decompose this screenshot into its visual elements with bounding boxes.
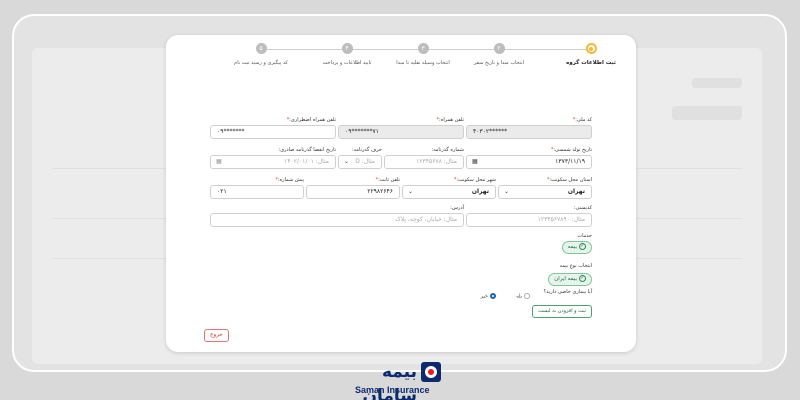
logo-mark-icon (421, 362, 441, 382)
chevron-down-icon: ⌄ (408, 188, 414, 195)
province-label: استان محل سکونت:* (546, 177, 592, 183)
saman-insurance-logo: بیمه سامان Saman Insurance (355, 360, 450, 400)
chevron-down-icon: ⌄ (504, 188, 510, 195)
area-code-input[interactable]: ۰۲۱ (210, 185, 304, 199)
calendar-icon[interactable]: ▦ (472, 156, 478, 168)
passport-letter-value: مثال: D (355, 158, 375, 165)
national-code-label: کد ملی:* (572, 117, 592, 123)
passport-letter-select[interactable]: مثال: D ⌄ (338, 155, 382, 169)
service-chip-insurance[interactable]: ✓بیمه (561, 241, 592, 254)
address-input[interactable]: مثال: خیابان، کوچه، پلاک (210, 213, 464, 227)
city-label: شهر محل سکونت:* (453, 177, 496, 183)
group-registration-dialog: ثبت اطلاعات گروه ۲ انتخاب مبدا و تاریخ س… (166, 35, 636, 352)
step-circle: ۴ (341, 43, 353, 54)
radio-label: بله (516, 293, 522, 300)
landline-label: تلفن ثابت:* (375, 177, 400, 183)
step-circle-active (585, 43, 597, 54)
mobile-label: تلفن همراه:* (436, 117, 464, 123)
area-code-label: پیش شماره:* (275, 177, 304, 183)
radio-button-selected[interactable] (490, 293, 496, 299)
passport-expiry-label: تاریخ انقضا گذرنامه صادری: (278, 147, 336, 153)
address-label: آدرس: (450, 205, 464, 211)
passport-letter-label: حرف گذرنامه: (352, 147, 382, 153)
national-code-input[interactable]: ۴۰۳۰۲****** (466, 125, 592, 139)
insurance-type-chip[interactable]: ✓بیمه ایران (548, 273, 592, 286)
disease-question-label: آیا بیماری خاصی دارید؟ (543, 289, 592, 295)
step-circle: ۵ (255, 43, 267, 54)
birth-date-input[interactable]: ۱۳۷۳/۱۱/۱۹ ▦ (466, 155, 592, 169)
birth-date-label: تاریخ تولد شمسی:* (550, 147, 592, 153)
postal-code-label: کدپستی: (573, 205, 592, 211)
radio-button[interactable] (524, 293, 530, 299)
radio-label: خیر (480, 293, 488, 300)
logo-english-text: Saman Insurance (355, 385, 430, 395)
birth-date-value: ۱۳۷۳/۱۱/۱۹ (555, 158, 585, 165)
insurance-type-chip-label: بیمه ایران (554, 276, 577, 282)
passport-expiry-value: مثال: ۱۴۰۲/۰۱/۰۱ (284, 158, 329, 165)
landline-input[interactable]: ۲۲۹۸۲۶۴۶ (306, 185, 400, 199)
mobile-input[interactable]: ۰۹*******۷۱ (338, 125, 464, 139)
logo-persian-text: بیمه سامان (362, 362, 417, 400)
step-tracking-receipt[interactable]: ۵ کد پیگیری و رسید ثبت نام (216, 43, 306, 66)
city-value: تهران (471, 188, 489, 195)
postal-code-input[interactable]: مثال: ۱۲۳۴۵۶۷۸۹۰ (466, 213, 592, 227)
disease-no-option[interactable]: خیر (481, 293, 496, 300)
province-value: تهران (567, 188, 585, 195)
province-select[interactable]: تهران ⌄ (498, 185, 592, 199)
progress-stepper: ثبت اطلاعات گروه ۲ انتخاب مبدا و تاریخ س… (190, 43, 616, 73)
step-confirm-pay[interactable]: ۴ تایید اطلاعات و پرداخت (302, 43, 392, 66)
passport-number-input[interactable]: مثال: ۱۲۳۴۵۶۷۸ (384, 155, 464, 169)
check-icon: ✓ (579, 275, 586, 282)
chevron-down-icon: ⌄ (344, 158, 350, 165)
insurance-type-label: انتخاب نوع بیمه (559, 263, 592, 269)
emergency-mobile-input[interactable]: ۰۹******* (210, 125, 336, 139)
emergency-mobile-label: تلفن همراه اضطراری:* (286, 117, 336, 123)
step-label: کد پیگیری و رسید ثبت نام (234, 60, 288, 66)
step-circle: ۲ (493, 43, 505, 54)
background-bar (672, 106, 742, 120)
city-select[interactable]: تهران ⌄ (402, 185, 496, 199)
background-bar (692, 78, 742, 88)
add-to-list-button[interactable]: ثبت و افزودن به لیست (532, 305, 592, 318)
step-circle: ۳ (417, 43, 429, 54)
exit-button[interactable]: خروج (204, 329, 229, 342)
disease-yes-option[interactable]: بله (516, 293, 530, 300)
step-label: تایید اطلاعات و پرداخت (322, 60, 372, 66)
passport-expiry-input[interactable]: مثال: ۱۴۰۲/۰۱/۰۱ ▦ (210, 155, 336, 169)
step-group-info[interactable]: ثبت اطلاعات گروه (546, 43, 636, 66)
step-label: ثبت اطلاعات گروه (566, 60, 616, 66)
calendar-icon[interactable]: ▦ (216, 156, 222, 168)
check-icon: ✓ (579, 243, 586, 250)
passport-number-label: شماره گذرنامه: (431, 147, 464, 153)
service-chip-label: بیمه (567, 244, 577, 250)
services-label: خدمات (577, 233, 592, 239)
